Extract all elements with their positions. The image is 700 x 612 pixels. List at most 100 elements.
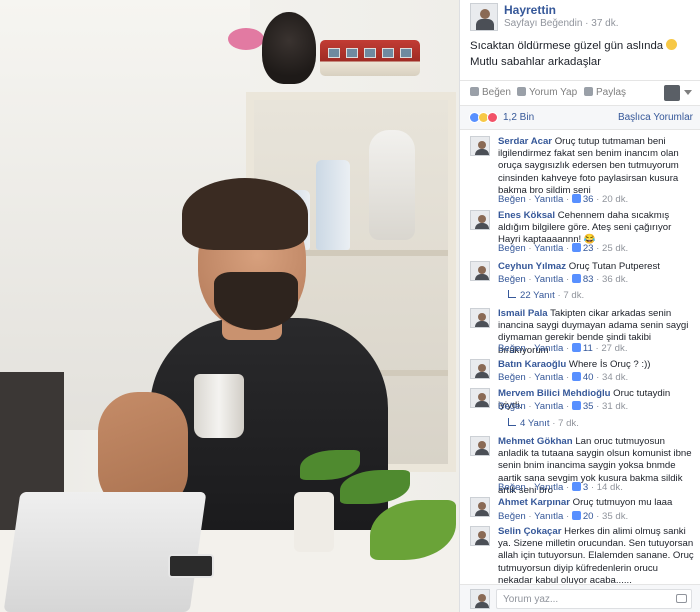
comment-like-count[interactable]: 40 (583, 372, 594, 383)
comment-like-count[interactable]: 20 (583, 511, 594, 522)
avatar-head (478, 502, 486, 510)
replies-time: 7 dk. (558, 418, 579, 429)
post-author[interactable]: Hayrettin (504, 3, 556, 17)
replies-count: 4 Yanıt (520, 418, 550, 429)
comment-label: Yorum Yap (529, 87, 578, 98)
separator: · (528, 274, 532, 285)
comment-reply-button[interactable]: Yanıtla (534, 372, 563, 383)
comment-time[interactable]: 14 dk. (597, 482, 623, 493)
view-replies-link[interactable]: 22 Yanıt · 7 dk. (508, 290, 584, 301)
commenter-avatar[interactable] (470, 210, 490, 230)
comment-like-count[interactable]: 3 (583, 482, 588, 493)
separator: · (565, 482, 570, 493)
comment-like-count[interactable]: 11 (583, 343, 593, 354)
tram-window (364, 48, 376, 58)
commenter-name[interactable]: Serdar Acar (498, 136, 552, 147)
thumbs-up-icon (571, 511, 581, 520)
author-avatar[interactable] (470, 3, 498, 31)
thumbs-up-icon (571, 401, 581, 410)
avatar-head (478, 393, 486, 401)
avatar-head (478, 441, 486, 449)
comment-reply-button[interactable]: Yanıtla (534, 343, 563, 354)
comment-time[interactable]: 36 dk. (602, 274, 628, 285)
comment-body: Enes Köksal Cehennem daha sıcakmış aldığ… (498, 210, 694, 247)
comment-time[interactable]: 34 dk. (602, 372, 628, 383)
comment-like-button[interactable]: Beğen (498, 372, 526, 383)
profile-icon (664, 85, 680, 101)
thumbs-up-icon (571, 343, 581, 352)
commenter-avatar[interactable] (470, 359, 490, 379)
comment-sort-dropdown[interactable]: Başlıca Yorumlar (618, 112, 693, 123)
commenter-name[interactable]: Selin Çokaçar (498, 526, 561, 537)
commenter-name[interactable]: Enes Köksal (498, 210, 555, 221)
commenter-avatar[interactable] (470, 526, 490, 546)
commenter-name[interactable]: Ismail Pala (498, 308, 548, 319)
comment-time[interactable]: 25 dk. (602, 243, 628, 254)
camera-icon[interactable] (676, 594, 687, 603)
comment-time[interactable]: 31 dk. (602, 401, 628, 412)
post-time[interactable]: 37 dk. (591, 18, 618, 29)
replies-time: 7 dk. (563, 290, 585, 301)
post-meta: Sayfayı Beğendin · 37 dk. (504, 18, 619, 29)
man-beard (214, 272, 298, 330)
comment-actions: Beğen · Yanıtla · 40 · 34 dk. (498, 372, 628, 383)
commenter-name[interactable]: Ahmet Karpınar (498, 497, 570, 508)
comment-like-count[interactable]: 23 (583, 243, 594, 254)
comment-reply-button[interactable]: Yanıtla (534, 274, 563, 285)
speech-bubble-icon (517, 87, 526, 96)
reaction-count[interactable]: 1,2 Bin (503, 112, 534, 123)
comment-input[interactable] (496, 589, 692, 609)
comment-like-count[interactable]: 83 (583, 274, 594, 285)
commenter-avatar[interactable] (470, 436, 490, 456)
separator: · (565, 243, 570, 254)
comment-like-count[interactable]: 35 (583, 401, 594, 412)
comment-like-button[interactable]: Beğen (498, 194, 526, 205)
share-button[interactable]: Paylaş (584, 87, 626, 98)
comment-reply-button[interactable]: Yanıtla (534, 482, 563, 493)
comment-reply-button[interactable]: Yanıtla (534, 243, 563, 254)
post-as-selector[interactable] (664, 85, 694, 103)
reply-arrow-icon (508, 418, 516, 426)
comment-like-button[interactable]: Beğen (498, 511, 526, 522)
comment-like-count[interactable]: 36 (583, 194, 594, 205)
post-photo[interactable] (0, 0, 459, 612)
comment-like-button[interactable]: Beğen (498, 343, 526, 354)
commenter-avatar[interactable] (470, 308, 490, 328)
separator: · (596, 243, 600, 254)
post-text-end: Mutlu sabahlar arkadaşlar (470, 56, 602, 68)
post-text-main: Sıcaktan öldürmese güzel gün aslında (470, 40, 664, 52)
separator: · (565, 343, 570, 354)
comment-reply-button[interactable]: Yanıtla (534, 511, 563, 522)
comment-like-button[interactable]: Beğen (498, 401, 526, 412)
commenter-name[interactable]: Mervem Bilici Mehdioğlu (498, 388, 610, 399)
tram-window (346, 48, 358, 58)
comment-time[interactable]: 35 dk. (602, 511, 628, 522)
commenter-avatar[interactable] (470, 497, 490, 517)
comment-button[interactable]: Yorum Yap (517, 87, 577, 98)
avatar-head (478, 141, 486, 149)
comment-time[interactable]: 20 dk. (602, 194, 628, 205)
avatar-torso (475, 274, 489, 280)
thumbs-up-icon (571, 482, 581, 491)
view-replies-link[interactable]: 4 Yanıt · 7 dk. (508, 418, 579, 429)
comment-reply-button[interactable]: Yanıtla (534, 194, 563, 205)
comment-reply-button[interactable]: Yanıtla (534, 401, 563, 412)
commenter-name[interactable]: Batın Karaoğlu (498, 359, 566, 370)
avatar-torso (475, 401, 489, 407)
separator: · (528, 482, 532, 493)
page-like-status[interactable]: Sayfayı Beğendin (504, 18, 582, 29)
commenter-avatar[interactable] (470, 261, 490, 281)
comment-like-button[interactable]: Beğen (498, 274, 526, 285)
like-button[interactable]: Beğen (470, 87, 511, 98)
commenter-name[interactable]: Ceyhun Yılmaz (498, 261, 566, 272)
commenter-avatar[interactable] (470, 388, 490, 408)
separator: · (565, 372, 570, 383)
toy-bird (262, 12, 316, 84)
commenter-avatar[interactable] (470, 136, 490, 156)
comment-like-button[interactable]: Beğen (498, 243, 526, 254)
comment-time[interactable]: 27 dk. (601, 343, 627, 354)
commenter-name[interactable]: Mehmet Gökhan (498, 436, 573, 447)
avatar-head (478, 531, 486, 539)
comment-like-button[interactable]: Beğen (498, 482, 526, 493)
tram-window (382, 48, 394, 58)
